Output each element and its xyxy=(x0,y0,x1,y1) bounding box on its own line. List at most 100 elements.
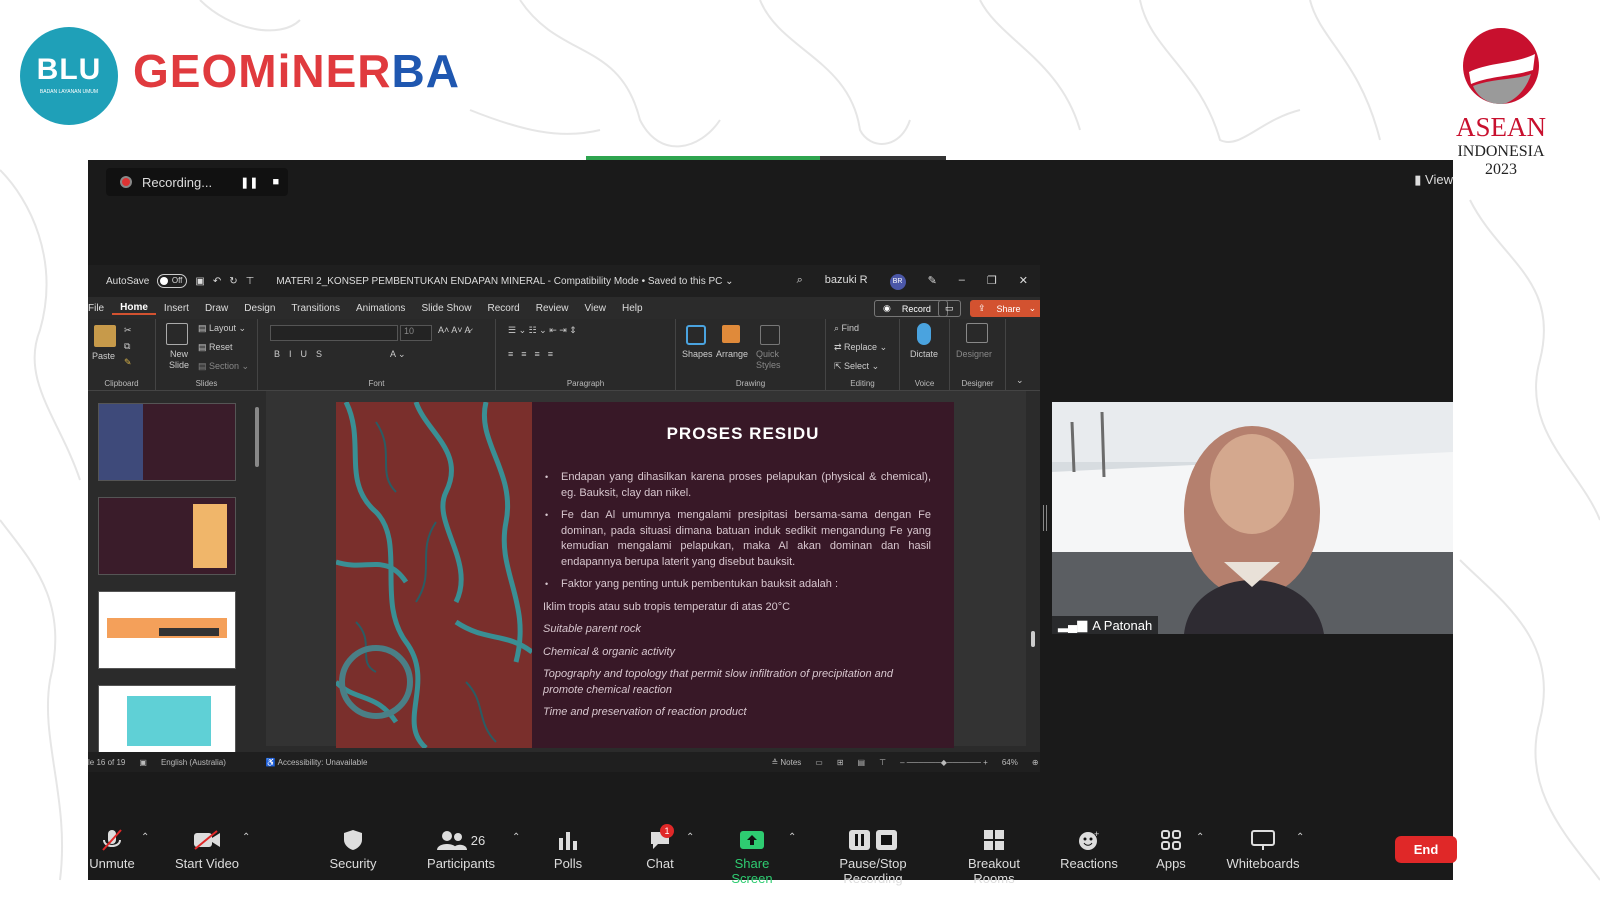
participants-button[interactable]: 26 Participants xyxy=(426,828,496,871)
tab-design[interactable]: Design xyxy=(236,303,283,314)
paste-label[interactable]: Paste xyxy=(92,351,115,361)
search-icon[interactable]: ⌕ xyxy=(797,274,803,290)
shapes-label[interactable]: Shapes xyxy=(682,349,713,359)
section-button[interactable]: ▤ Section ⌄ xyxy=(198,361,249,372)
find-button[interactable]: ⌕ Find xyxy=(834,323,859,334)
pause-recording-icon[interactable]: ❚❚ xyxy=(240,176,258,189)
pause-stop-recording-button[interactable]: Pause/Stop Recording xyxy=(810,828,936,886)
copy-icon[interactable]: ⧉ xyxy=(124,341,130,352)
autosave-toggle[interactable]: Off xyxy=(157,274,188,288)
whiteboards-options-caret[interactable]: ⌃ xyxy=(1296,832,1304,843)
font-size-select[interactable]: 10 xyxy=(400,325,432,341)
paste-icon[interactable] xyxy=(94,325,116,347)
record-button[interactable]: ◉ Record xyxy=(874,300,948,317)
tab-help[interactable]: Help xyxy=(614,303,651,314)
document-title[interactable]: MATERI 2_KONSEP PEMBENTUKAN ENDAPAN MINE… xyxy=(276,276,733,287)
font-family-select[interactable] xyxy=(270,325,398,341)
apps-button[interactable]: Apps xyxy=(1154,828,1188,871)
slide-thumbnail[interactable] xyxy=(98,497,236,575)
stop-recording-icon[interactable]: ■ xyxy=(273,176,280,188)
bullets-icon[interactable]: ☰ ⌄ ☷ ⌄ ⇤ ⇥ ⇕ xyxy=(508,325,577,336)
align-icons[interactable]: ≡≡≡≡ xyxy=(508,349,561,359)
slideshow-icon[interactable]: ⊤ xyxy=(879,758,886,767)
tab-transitions[interactable]: Transitions xyxy=(283,303,348,314)
participants-options-caret[interactable]: ⌃ xyxy=(512,832,520,843)
tab-view[interactable]: View xyxy=(577,303,615,314)
thumbnail-scrollbar[interactable] xyxy=(254,397,260,742)
share-screen-button[interactable]: Share Screen xyxy=(714,828,790,886)
tab-record[interactable]: Record xyxy=(479,303,527,314)
view-button[interactable]: ▮ View xyxy=(1414,172,1453,188)
polls-button[interactable]: Polls xyxy=(548,828,588,871)
tab-draw[interactable]: Draw xyxy=(197,303,236,314)
grow-font-icon[interactable]: A˄ A˅ A̷ xyxy=(438,325,471,335)
arrange-label[interactable]: Arrange xyxy=(716,349,748,359)
spellcheck-icon[interactable]: ▣ xyxy=(139,758,147,767)
layout-button[interactable]: ▤ Layout ⌄ xyxy=(198,323,246,334)
quick-styles-icon[interactable] xyxy=(760,325,780,345)
apps-options-caret[interactable]: ⌃ xyxy=(1196,832,1204,843)
notes-button[interactable]: ≙ Notes xyxy=(771,758,801,767)
designer-icon[interactable] xyxy=(966,323,988,343)
language-label[interactable]: English (Australia) xyxy=(161,758,226,767)
new-slide-label[interactable]: New Slide xyxy=(164,349,194,371)
tab-home[interactable]: Home xyxy=(112,302,156,315)
slide-sorter-icon[interactable]: ⊞ xyxy=(837,758,844,767)
tab-file[interactable]: File xyxy=(88,303,112,314)
present-icon[interactable]: ⊤ xyxy=(246,276,255,287)
select-button[interactable]: ⇱ Select ⌄ xyxy=(834,361,879,372)
avatar[interactable]: BR xyxy=(889,274,906,290)
tab-animations[interactable]: Animations xyxy=(348,303,413,314)
chat-button[interactable]: 1 Chat xyxy=(640,824,680,871)
collapse-ribbon-icon[interactable]: ⌄ xyxy=(1016,375,1024,386)
shapes-icon[interactable] xyxy=(686,325,706,345)
security-button[interactable]: Security xyxy=(322,828,384,871)
video-options-caret[interactable]: ⌃ xyxy=(242,832,250,843)
replace-button[interactable]: ⇄ Replace ⌄ xyxy=(834,342,887,353)
pen-icon[interactable]: ✎ xyxy=(928,274,937,290)
chat-options-caret[interactable]: ⌃ xyxy=(686,832,694,843)
minimize-icon[interactable]: – xyxy=(959,274,965,290)
audio-options-caret[interactable]: ⌃ xyxy=(141,832,149,843)
designer-label[interactable]: Designer xyxy=(956,349,992,359)
normal-view-icon[interactable]: ▭ xyxy=(815,758,823,767)
font-style-buttons[interactable]: BIUS xyxy=(274,349,331,359)
arrange-icon[interactable] xyxy=(722,325,740,343)
redo-icon[interactable]: ↻ xyxy=(229,276,237,287)
zoom-slider[interactable]: – ──────◆────── + xyxy=(900,758,988,767)
share-options-caret[interactable]: ⌃ xyxy=(788,832,796,843)
share-button[interactable]: ⇪ Share ⌄ xyxy=(970,300,1040,317)
tab-insert[interactable]: Insert xyxy=(156,303,197,314)
quick-styles-label[interactable]: Quick Styles xyxy=(756,349,784,371)
reading-view-icon[interactable]: ▤ xyxy=(858,758,866,767)
tab-review[interactable]: Review xyxy=(528,303,577,314)
start-video-button[interactable]: Start Video xyxy=(172,828,242,871)
cut-icon[interactable]: ✂ xyxy=(124,325,132,336)
breakout-rooms-button[interactable]: Breakout Rooms xyxy=(948,828,1040,886)
slide-thumbnail[interactable] xyxy=(98,591,236,669)
unmute-button[interactable]: Unmute xyxy=(88,828,136,871)
format-painter-icon[interactable]: ✎ xyxy=(124,357,132,368)
comments-icon[interactable]: ▭ xyxy=(938,300,961,317)
undo-icon[interactable]: ↶ xyxy=(213,276,221,287)
close-icon[interactable]: ✕ xyxy=(1019,274,1028,290)
save-icon[interactable]: ▣ xyxy=(195,276,204,287)
microphone-icon[interactable] xyxy=(917,323,931,345)
font-color-icon[interactable]: A ⌄ xyxy=(390,349,406,360)
slide-thumbnail[interactable] xyxy=(98,403,236,481)
panel-splitter[interactable] xyxy=(1043,505,1047,531)
zoom-level[interactable]: 64% xyxy=(1002,758,1018,767)
dictate-label[interactable]: Dictate xyxy=(910,349,938,359)
slide-scrollbar[interactable] xyxy=(1028,391,1038,746)
restore-icon[interactable]: ❐ xyxy=(987,274,997,290)
fit-slide-icon[interactable]: ⊕ xyxy=(1032,758,1039,767)
reset-button[interactable]: ▤ Reset xyxy=(198,342,233,353)
end-meeting-button[interactable]: End xyxy=(1395,836,1457,863)
user-name[interactable]: bazuki R xyxy=(825,274,868,290)
accessibility-status[interactable]: ♿ Accessibility: Unavailable xyxy=(266,758,368,767)
tab-slide-show[interactable]: Slide Show xyxy=(413,303,479,314)
blu-logo-title: BLU xyxy=(36,53,102,86)
whiteboards-button[interactable]: Whiteboards xyxy=(1222,828,1304,871)
new-slide-icon[interactable] xyxy=(166,323,188,345)
reactions-button[interactable]: + Reactions xyxy=(1058,828,1120,871)
